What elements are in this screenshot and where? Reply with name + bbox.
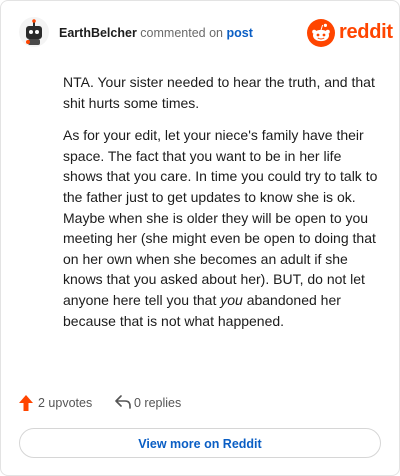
byline-action-text: commented on [140, 26, 223, 40]
reddit-logo-icon [307, 19, 335, 47]
post-link[interactable]: post [226, 26, 252, 40]
reply-count: 0 replies [134, 396, 182, 410]
user-avatar[interactable] [19, 17, 49, 47]
robot-avatar-icon [19, 17, 49, 47]
view-more-on-reddit-button[interactable]: View more on Reddit [19, 428, 381, 458]
comment-byline: EarthBelcher commented on post [59, 26, 253, 40]
comment-header: EarthBelcher commented on post reddit [19, 17, 393, 51]
upvote-count: 2 upvotes [38, 396, 93, 410]
comment-body: NTA. Your sister needed to hear the trut… [63, 72, 381, 343]
comment-paragraph-2: As for your edit, let your niece's famil… [63, 125, 381, 331]
reddit-wordmark: reddit [339, 21, 393, 43]
embedded-comment-card: EarthBelcher commented on post reddit NT… [0, 0, 400, 476]
comment-paragraph-2-text: As for your edit, let your niece's famil… [63, 127, 378, 308]
username-link[interactable]: EarthBelcher [59, 26, 137, 40]
comment-emphasis: you [220, 291, 243, 308]
reddit-brand[interactable]: reddit [307, 19, 393, 47]
comment-paragraph-1: NTA. Your sister needed to hear the trut… [63, 74, 375, 111]
upvote-arrow-icon [19, 395, 33, 411]
reply-arrow-icon [115, 395, 131, 409]
